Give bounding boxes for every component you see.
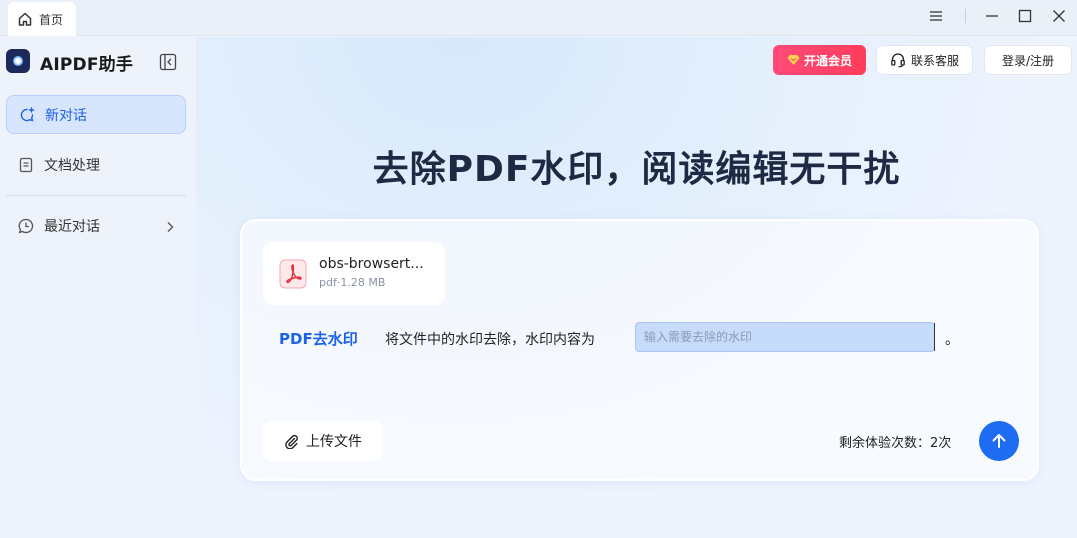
file-meta: pdf·1.28 MB [319,276,386,289]
pdf-file-icon [279,259,307,289]
menu-button[interactable] [918,0,954,32]
vip-button[interactable]: 开通会员 [773,45,866,75]
upload-file-button[interactable]: 上传文件 [263,421,383,461]
close-icon [1053,10,1065,22]
close-button[interactable] [1041,0,1077,32]
sidebar-item-label: 新对话 [45,107,87,124]
minimize-icon [986,15,998,17]
tab-label: 首页 [39,12,64,27]
instruction-text: 将文件中的水印去除，水印内容为 [385,332,595,348]
watermark-text-input[interactable] [635,322,935,352]
headset-icon [891,53,905,68]
mode-label: PDF去水印 [279,330,358,348]
arrow-up-icon [992,434,1006,448]
chat-input-card: obs-browsert... pdf·1.28 MB PDF去水印 将文件中的… [240,219,1039,481]
text-caret [934,323,935,351]
sidebar: AIPDF助手 新对话 文档处理 最近对话 [0,37,196,538]
titlebar-divider [965,9,966,23]
customer-service-button[interactable]: 联系客服 [876,45,973,75]
sidebar-item-label: 文档处理 [44,157,100,174]
page-headline: 去除PDF水印，阅读编辑无干扰 [372,149,901,190]
chevron-right-icon[interactable] [163,220,177,234]
history-chat-icon [18,218,34,233]
title-bar: 首页 [0,0,1077,36]
home-icon [18,12,32,26]
sidebar-collapse-icon[interactable] [159,53,177,71]
sidebar-item-label: 最近对话 [44,218,100,235]
attached-file[interactable]: obs-browsert... pdf·1.28 MB [263,242,445,305]
main-area: 开通会员 联系客服 登录/注册 去除PDF水印，阅读编辑无干扰 obs-brow… [196,37,1077,538]
brand-name: AIPDF助手 [40,55,134,75]
upload-label: 上传文件 [306,434,362,450]
sidebar-item-document[interactable]: 文档处理 [6,145,186,184]
send-button[interactable] [979,421,1019,461]
menu-icon [930,11,942,21]
sidebar-item-new-chat[interactable]: 新对话 [6,95,186,134]
app-logo-icon [6,49,30,73]
new-chat-icon [20,106,35,122]
remaining-trials: 剩余体验次数：2次 [839,436,952,451]
tab-home[interactable]: 首页 [8,2,76,36]
diamond-icon [787,55,800,65]
vip-label: 开通会员 [803,53,852,68]
instruction-period: 。 [945,332,959,348]
login-label: 登录/注册 [1001,53,1055,68]
maximize-icon [1018,9,1032,23]
maximize-button[interactable] [1007,0,1043,32]
file-name: obs-browsert... [319,256,424,272]
login-register-button[interactable]: 登录/注册 [984,45,1072,75]
service-label: 联系客服 [910,53,959,68]
minimize-button[interactable] [974,0,1010,32]
sidebar-divider [6,195,186,196]
sidebar-item-recent-chats[interactable]: 最近对话 [6,206,186,245]
document-icon [19,157,33,172]
paperclip-icon [285,434,298,449]
